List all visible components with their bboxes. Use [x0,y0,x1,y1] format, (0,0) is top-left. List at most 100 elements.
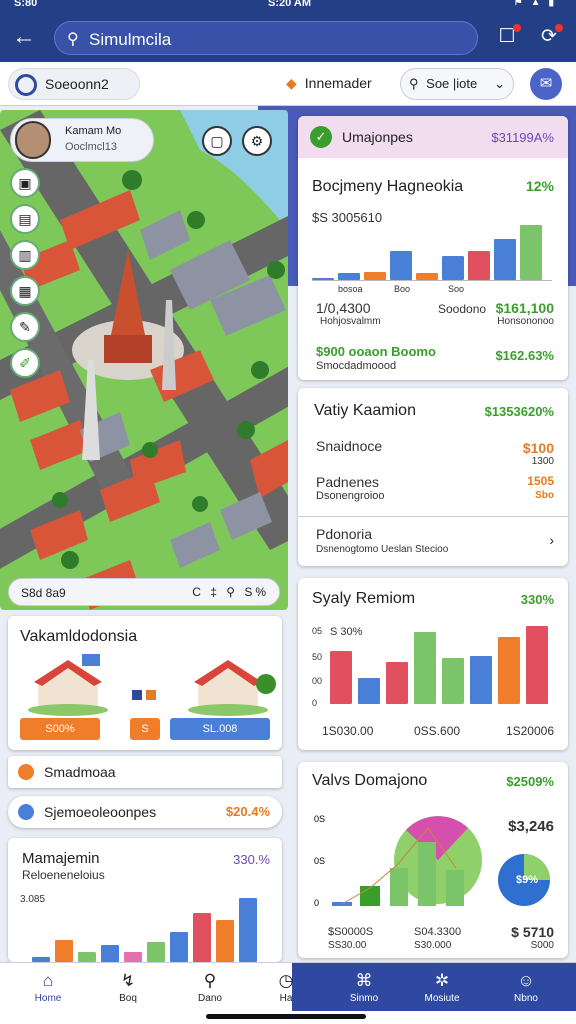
nav-home[interactable]: ⌂ Home [18,971,78,1004]
svg-text:0S: 0S [314,814,325,824]
pin-icon[interactable]: ✎ [10,312,40,342]
status-bar: S:80 S:20 AM ⚑▲▮ [0,0,576,14]
sort-search-icon: ⚲ [409,76,419,91]
svg-text:0: 0 [314,898,319,908]
chart-bar [101,945,119,962]
chart-bar [55,940,73,962]
property-card[interactable]: Vakamldodonsia S00% S SL.008 [8,616,282,750]
user-subtitle: Ooclmcl13 [65,141,117,153]
calendar-icon[interactable]: ▦ [10,276,40,306]
chart-bar [124,952,142,962]
chart-bar [442,658,464,704]
price-button[interactable]: S00% [20,718,100,740]
category-chip[interactable]: ◆ Innemader [276,68,388,100]
link-title[interactable]: Pdonoria [316,526,372,542]
chart-icon: ⌘ [355,971,373,990]
tag-icon: ◆ [286,75,297,91]
home-icon: ⌂ [42,971,54,990]
chart-bar [216,920,234,962]
map-footer-label: S8d 8a9 [21,586,66,600]
chevron-down-icon: ⌄ [494,76,505,91]
nav-settings[interactable]: ✲ Mosiute [412,971,472,1004]
chart-bar [520,225,542,280]
chart-bar [338,273,360,280]
chart-bar [78,952,96,962]
search-text: Simulmcila [89,30,172,49]
layers-button[interactable]: ▢ [202,126,232,156]
house-illustration [28,654,276,716]
chart-bar [364,272,386,280]
chevron-right-icon[interactable]: › [549,532,554,548]
region-chip[interactable]: Soeoonn2 [8,68,140,100]
stats-chart-card: Mamajemin Reloeneneloius 330.% 3.085 [8,838,282,962]
settings-button[interactable]: ⚙ [242,126,272,156]
tools-icon: ↯ [120,971,136,990]
refresh-icon[interactable]: ⟳ [536,24,563,50]
user-profile[interactable]: Kamam Mo Ooclmcl13 [10,118,154,162]
chart-bar [170,932,188,962]
chart-bar [468,251,490,280]
chart-bar [470,656,492,704]
supply-chart-card: Syaly Remiom 330% S 30% 05 50 00 0 1S030… [298,578,568,750]
chart-bar [498,637,520,704]
nav-search[interactable]: ⚲ Dano [180,971,240,1004]
sort-select[interactable]: ⚲ Soe |iote ⌄ [400,68,514,100]
chart-bar [526,626,548,704]
pencil-icon[interactable]: ✐ [10,348,40,378]
chart-bar [494,239,516,280]
nav-stats[interactable]: ⌘ Sinmo [334,971,394,1004]
notification-icon[interactable]: ☐ [494,24,521,50]
app-bar: ← ⚲ Simulmcila ☐ ⟳ [0,14,576,62]
chart-bar [147,942,165,962]
region-icon [15,74,37,97]
search-icon: ⚲ [67,31,79,48]
summary-card[interactable]: ✓ Umajonpes $31199A% Bocjmeny Hagneokia … [298,116,568,380]
chart-bar [193,913,211,962]
city-map[interactable]: Kamam Mo Ooclmcl13 ▢ ⚙ ▣ ▤ ▥ ▦ ✎ ✐ [0,110,288,610]
chart-bar [239,898,257,962]
variety-card[interactable]: Vatiy Kaamion $1353620% Snaidnoce $100 1… [298,388,568,566]
value-chart-card: Valvs Domajono $2509% 0S 0S 0 $3,246 $9%… [298,762,568,958]
avatar [15,121,51,159]
save-icon[interactable]: ▣ [10,168,40,198]
filter-button[interactable]: ✉ [530,68,562,100]
folder-icon[interactable]: ▤ [10,204,40,234]
bar-chart [330,618,554,704]
chart-bar [442,256,464,280]
nav-tools[interactable]: ↯ Boq [98,971,158,1004]
search-input[interactable]: ⚲ Simulmcila [54,21,478,55]
property-title: Vakamldodonsia [20,628,138,645]
list-item[interactable]: Sjemoeoleoonpes $20.4% [8,796,282,828]
chart-bar [358,678,380,704]
status-icons: ⚑▲▮ [513,0,562,8]
clock-icon: ◷ [278,971,294,990]
user-icon: ☺ [517,971,535,990]
user-name: Kamam Mo [65,125,122,137]
orange-dot-icon [18,764,34,780]
gear-icon: ✲ [434,971,450,990]
status-time-left: S:80 [14,0,38,9]
map-footer: S8d 8a9 C ‡ ⚲ S% [8,578,280,606]
list-item[interactable]: Smadmoaa [8,756,282,788]
bar-chart [312,220,552,280]
filter-bar: Soeoonn2 ◆ Innemader ⚲ Soe |iote ⌄ ✉ [0,62,576,106]
home-indicator [206,1014,366,1019]
status-time: S:20 AM [268,0,311,9]
nav-history[interactable]: ◷ Ha [256,971,316,1004]
chart-bar [330,651,352,704]
chart-bar [416,273,438,280]
map-controls[interactable]: C ‡ ⚲ S% [192,585,269,599]
city-illustration [0,110,288,610]
chart-bar [390,251,412,280]
size-button[interactable]: SL.008 [170,718,270,740]
blue-dot-icon [18,804,34,820]
back-arrow-icon[interactable]: ← [10,24,38,52]
bar-chart [32,888,272,962]
svg-text:0S: 0S [314,856,325,866]
count-button[interactable]: S [130,718,160,740]
document-icon[interactable]: ▥ [10,240,40,270]
check-icon: ✓ [310,126,332,148]
nav-profile[interactable]: ☺ Nbno [496,971,556,1004]
chart-bar [414,632,436,704]
chart-bar [386,662,408,704]
